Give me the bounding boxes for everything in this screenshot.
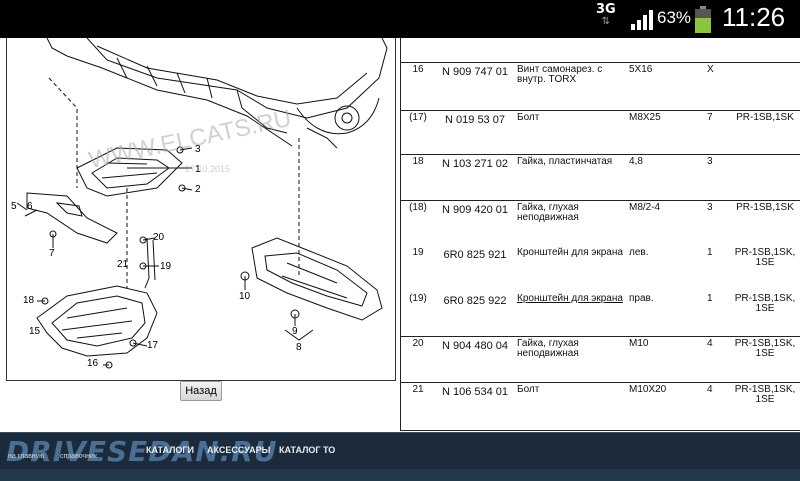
footer-strip bbox=[0, 469, 800, 481]
callout-16: 16 bbox=[87, 358, 99, 369]
part-spec: M8X25 bbox=[629, 112, 661, 123]
table-row[interactable]: (19) 6R0 825 922 Кронштейн для экрана пр… bbox=[401, 292, 800, 336]
part-spec: лев. bbox=[629, 247, 649, 258]
part-qty: 4 bbox=[707, 384, 713, 395]
part-name: Болт bbox=[517, 384, 540, 395]
row-number: 18 bbox=[412, 156, 424, 167]
callout-5: 5 bbox=[11, 201, 17, 212]
network-indicator: 3G ⇅ bbox=[596, 2, 616, 28]
part-code: PR-1SB,1SK, 1SE bbox=[734, 247, 796, 268]
watermark-date: 27.10.2015 bbox=[185, 164, 231, 174]
part-number: N 904 480 04 bbox=[441, 340, 509, 352]
footer-link-reference[interactable]: справочник bbox=[60, 453, 97, 460]
part-number: 6R0 825 921 bbox=[443, 249, 507, 261]
nav-catalogs[interactable]: КАТАЛОГИ bbox=[146, 445, 194, 455]
part-spec: M8/2-4 bbox=[629, 202, 661, 213]
nav-maintenance-catalog[interactable]: КАТАЛОГ ТО bbox=[279, 445, 335, 455]
parts-table: 16 N 909 747 01 Винт самонарез. с внутр.… bbox=[400, 38, 800, 431]
callout-15: 15 bbox=[29, 326, 41, 337]
part-qty: 3 bbox=[707, 202, 713, 213]
battery-percent: 63% bbox=[657, 8, 692, 27]
part-number: N 106 534 01 bbox=[441, 386, 509, 398]
part-spec: 5X16 bbox=[629, 64, 653, 75]
part-qty: X bbox=[707, 64, 714, 75]
callout-3: 3 bbox=[195, 144, 201, 155]
part-spec: 4,8 bbox=[629, 156, 643, 167]
part-code: PR-1SB,1SK bbox=[736, 202, 794, 213]
callout-18: 18 bbox=[23, 295, 35, 306]
part-code: PR-1SB,1SK, 1SE bbox=[734, 293, 796, 314]
callout-7: 7 bbox=[49, 248, 55, 259]
table-row[interactable]: 18 N 103 271 02 Гайка, пластинчатая 4,8 … bbox=[401, 154, 800, 200]
callout-20: 20 bbox=[153, 232, 165, 243]
part-name: Гайка, глухая неподвижная bbox=[517, 338, 579, 359]
back-button[interactable]: Назад bbox=[180, 381, 222, 401]
row-number: (19) bbox=[409, 293, 427, 304]
part-number: 6R0 825 922 bbox=[443, 295, 507, 307]
part-code: PR-1SB,1SK bbox=[736, 112, 794, 123]
callout-10: 10 bbox=[239, 291, 251, 302]
part-qty: 3 bbox=[707, 156, 713, 167]
table-row[interactable]: 20 N 904 480 04 Гайка, глухая неподвижна… bbox=[401, 336, 800, 382]
part-name: Гайка, пластинчатая bbox=[517, 156, 613, 167]
data-arrows-icon: ⇅ bbox=[601, 16, 611, 27]
part-name-link[interactable]: Кронштейн для экрана bbox=[517, 294, 625, 304]
row-number: 16 bbox=[412, 64, 424, 75]
row-number: 20 bbox=[412, 338, 424, 349]
part-spec: M10 bbox=[629, 338, 649, 349]
callout-6: 6 bbox=[27, 201, 33, 212]
part-qty: 7 bbox=[707, 112, 713, 123]
callout-9: 9 bbox=[292, 326, 298, 337]
table-row[interactable]: (17) N 019 53 07 Болт M8X25 7 PR-1SB,1SK bbox=[401, 110, 800, 154]
callout-17: 17 bbox=[147, 340, 159, 351]
row-number: 21 bbox=[412, 384, 424, 395]
part-spec: M10X20 bbox=[629, 384, 667, 395]
table-row[interactable]: 16 N 909 747 01 Винт самонарез. с внутр.… bbox=[401, 62, 800, 110]
part-code: PR-1SB,1SK, 1SE bbox=[734, 338, 796, 359]
callout-19: 19 bbox=[160, 261, 172, 272]
callout-2: 2 bbox=[195, 184, 201, 195]
part-number: N 909 420 01 bbox=[441, 204, 509, 216]
part-name: Кронштейн для экрана bbox=[517, 247, 623, 258]
callout-8: 8 bbox=[296, 342, 302, 353]
part-name: Болт bbox=[517, 112, 540, 123]
part-name: Винт самонарез. с внутр. TORX bbox=[517, 64, 603, 85]
parts-diagram: WWW.ELCATS.RU 27.10.2015 1 2 3 5 6 7 8 9… bbox=[6, 38, 396, 381]
row-number: 19 bbox=[412, 247, 424, 258]
part-qty: 1 bbox=[707, 247, 713, 258]
status-bar: 3G ⇅ 63% 11:26 bbox=[0, 0, 800, 38]
exploded-view-drawing bbox=[16, 38, 388, 369]
part-spec: прав. bbox=[629, 293, 654, 304]
signal-icon bbox=[631, 10, 653, 30]
site-footer: DRIVESEDAN.RU на главную справочник КАТА… bbox=[0, 432, 800, 481]
nav-accessories[interactable]: АКСЕССУАРЫ bbox=[207, 445, 271, 455]
part-number: N 909 747 01 bbox=[441, 66, 509, 78]
clock: 11:26 bbox=[722, 2, 786, 32]
part-name: Гайка, глухая неподвижная bbox=[517, 202, 579, 223]
table-row[interactable]: 19 6R0 825 921 Кронштейн для экрана лев.… bbox=[401, 246, 800, 292]
network-type: 3G bbox=[596, 2, 616, 17]
footer-link-home[interactable]: на главную bbox=[8, 453, 44, 460]
part-code: PR-1SB,1SK, 1SE bbox=[734, 384, 796, 405]
battery-icon bbox=[695, 6, 711, 33]
part-qty: 4 bbox=[707, 338, 713, 349]
part-number: N 019 53 07 bbox=[445, 114, 505, 126]
row-number: (18) bbox=[409, 202, 427, 213]
part-qty: 1 bbox=[707, 293, 713, 304]
callout-1: 1 bbox=[195, 164, 201, 175]
callout-21: 21 bbox=[117, 259, 129, 270]
row-number: (17) bbox=[409, 112, 427, 123]
table-row[interactable]: (18) N 909 420 01 Гайка, глухая неподвиж… bbox=[401, 200, 800, 246]
table-row[interactable]: 21 N 106 534 01 Болт M10X20 4 PR-1SB,1SK… bbox=[401, 382, 800, 430]
part-number: N 103 271 02 bbox=[441, 158, 509, 170]
